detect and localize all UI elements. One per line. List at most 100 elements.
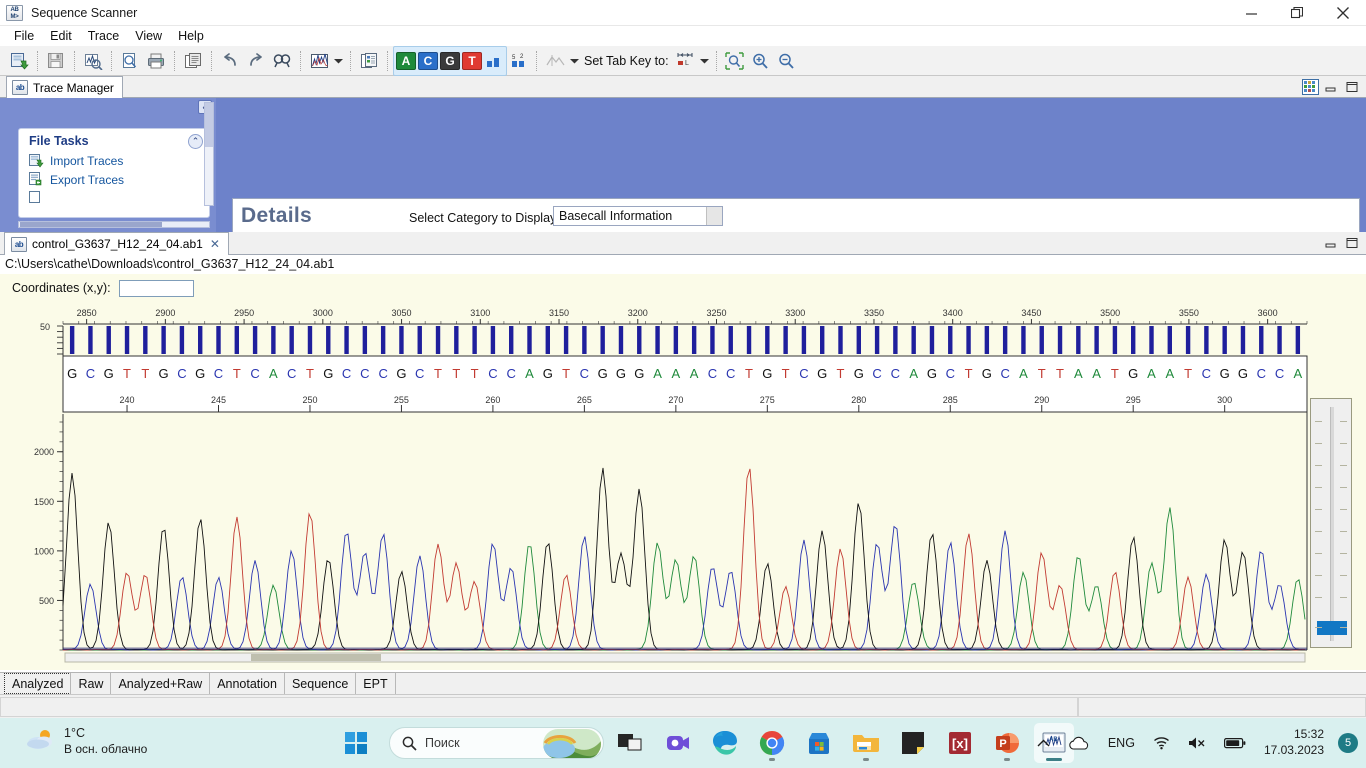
category-select-button[interactable] [706,207,722,225]
minimize-button[interactable] [1228,0,1274,26]
zoom-to-selection-icon[interactable] [722,49,748,73]
save-icon[interactable] [43,49,69,73]
tab-analyzed[interactable]: Analyzed [4,673,71,694]
minimize-pane-button[interactable] [1321,78,1341,96]
file-tasks-collapse-icon[interactable]: ⌃ [188,134,203,149]
svg-text:T: T [837,366,845,381]
vertical-scale-slider[interactable] [1310,398,1352,648]
electropherogram-dropdown-caret[interactable] [332,50,345,72]
undo-icon[interactable] [217,49,243,73]
zoom-in-icon[interactable] [748,49,774,73]
zoom-out-icon[interactable] [774,49,800,73]
third-task-link-partial[interactable] [19,189,209,208]
main-toolbar: A C G T 5 2 [0,46,1366,76]
electropherogram-icon[interactable] [306,49,332,73]
menu-file[interactable]: File [6,27,42,45]
maximize-trace-pane-button[interactable] [1342,234,1362,252]
menu-help[interactable]: Help [170,27,212,45]
svg-text:T: T [471,366,479,381]
file-explorer-icon[interactable] [846,723,886,763]
file-tasks-horizontal-scrollbar[interactable] [18,221,210,228]
tab-trace-manager[interactable]: ab Trace Manager [6,76,123,98]
x-app-icon[interactable]: [x] [940,723,980,763]
redo-icon[interactable] [243,49,269,73]
svg-text:T: T [782,366,790,381]
close-tab-icon[interactable]: ✕ [208,237,222,251]
import-traces-icon[interactable] [6,49,32,73]
tab-annotation[interactable]: Annotation [209,673,285,694]
svg-text:G: G [323,366,333,381]
svg-text:3100: 3100 [470,308,490,318]
tab-ept[interactable]: EPT [355,673,395,694]
tab-raw[interactable]: Raw [70,673,111,694]
start-button[interactable] [336,723,376,763]
grid-view-icon[interactable] [1300,78,1320,96]
battery-icon[interactable] [1220,733,1250,753]
notification-badge[interactable]: 5 [1338,733,1358,753]
search-input[interactable]: Поиск [389,727,604,759]
taskview-icon[interactable] [611,723,651,763]
show-quality-values-icon[interactable]: 5 2 [507,49,531,73]
show-base-t-button[interactable]: T [462,52,482,70]
svg-text:260: 260 [485,395,500,405]
maximize-button[interactable] [1274,0,1320,26]
microsoft-store-icon[interactable] [799,723,839,763]
show-base-g-button[interactable]: G [440,52,460,70]
view-mode-tabs: Analyzed Raw Analyzed+Raw Annotation Seq… [0,672,1366,694]
volume-muted-icon[interactable] [1184,732,1210,754]
show-quality-bars-icon[interactable] [483,49,505,73]
chromatogram-canvas[interactable]: 2850290029503000305031003150320032503300… [0,302,1366,670]
chromatogram-view[interactable]: 2850290029503000305031003150320032503300… [0,302,1366,670]
coordinates-input[interactable] [119,280,194,297]
menu-view[interactable]: View [127,27,170,45]
tab-key-target-icon[interactable]: L [672,49,698,73]
tab-analyzed-raw[interactable]: Analyzed+Raw [110,673,210,694]
tab-key-dropdown-caret[interactable] [698,50,711,72]
slider-thumb[interactable] [1317,621,1347,635]
show-base-a-button[interactable]: A [396,52,416,70]
tab-sequence[interactable]: Sequence [284,673,356,694]
peak-edit-icon[interactable] [542,49,568,73]
toolbar-separator [387,51,388,71]
svg-text:245: 245 [211,395,226,405]
teams-icon[interactable] [658,723,698,763]
find-icon[interactable] [269,49,295,73]
minimize-trace-pane-button[interactable] [1321,234,1341,252]
app-icon: ABM> [6,5,24,21]
trace-report-icon[interactable] [80,49,106,73]
show-hidden-icons-icon[interactable] [1033,735,1054,752]
clock-time: 15:32 [1264,727,1324,743]
copy-details-icon[interactable] [356,49,382,73]
peak-edit-dropdown-caret[interactable] [568,50,581,72]
import-traces-icon [29,153,44,168]
svg-text:A: A [1294,366,1303,381]
category-select[interactable]: Basecall Information [553,206,723,226]
chrome-icon[interactable] [752,723,792,763]
show-base-c-button[interactable]: C [418,52,438,70]
sticky-notes-icon[interactable] [893,723,933,763]
svg-text:G: G [854,366,864,381]
export-traces-icon [29,172,44,187]
svg-text:G: G [195,366,205,381]
print-preview-icon[interactable] [117,49,143,73]
print-icon[interactable] [143,49,169,73]
weather-widget[interactable]: 1°C В осн. облачно [26,726,147,757]
menu-edit[interactable]: Edit [42,27,80,45]
onedrive-icon[interactable] [1064,732,1094,754]
export-traces-link[interactable]: Export Traces [19,170,209,189]
tab-trace-file[interactable]: ab control_G3637_H12_24_04.ab1 ✕ [4,232,229,255]
maximize-pane-button[interactable] [1342,78,1362,96]
svg-text:280: 280 [851,395,866,405]
close-button[interactable] [1320,0,1366,26]
svg-text:T: T [141,366,149,381]
clock[interactable]: 15:32 17.03.2023 [1260,725,1328,760]
edge-icon[interactable] [705,723,745,763]
file-tasks-vertical-scrollbar[interactable] [204,102,214,206]
powerpoint-icon[interactable]: P [987,723,1027,763]
import-traces-link[interactable]: Import Traces [19,151,209,170]
copy-page-icon[interactable] [180,49,206,73]
menu-trace[interactable]: Trace [80,27,128,45]
svg-text:A: A [525,366,534,381]
language-indicator[interactable]: ENG [1104,732,1139,754]
wifi-icon[interactable] [1149,732,1174,754]
